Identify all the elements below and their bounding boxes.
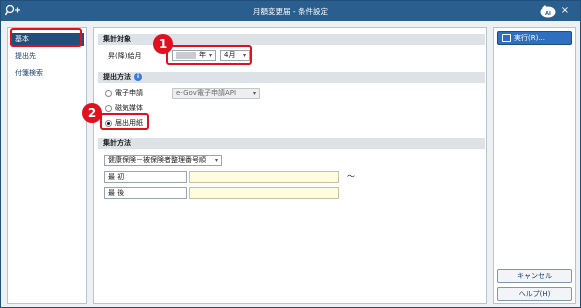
marker-1: 1: [153, 34, 173, 54]
info-icon[interactable]: i: [134, 73, 142, 81]
first-number-label: 最 初: [104, 171, 187, 183]
range-separator: ～: [347, 172, 355, 181]
chevron-down-icon: ▾: [214, 157, 218, 164]
nav-highlight-box: [10, 28, 82, 47]
marker-2: 2: [82, 103, 102, 123]
sidebar-item-sticky-note-search[interactable]: 付箋検索: [12, 67, 84, 80]
help-button[interactable]: ヘルプ(H): [497, 287, 572, 301]
sort-order-select[interactable]: 健康保険－被保険者整理番号順 ▾: [104, 155, 222, 166]
paper-form-highlight-box: [100, 113, 149, 130]
year-month-highlight-box: [166, 45, 252, 65]
main-panel: 集計対象 昇(降)給月 年 ▾ 4月 ▾ 提出方法 i 電子申請 e-Gov電子…: [93, 27, 487, 304]
sidebar-item-submission-destination[interactable]: 提出先: [12, 50, 84, 63]
last-number-input[interactable]: [189, 187, 339, 199]
section-submission-method-heading: 提出方法: [98, 72, 485, 83]
sort-order-value: 健康保険－被保険者整理番号順: [108, 156, 206, 164]
first-number-input[interactable]: [189, 171, 339, 183]
egov-api-select: e-Gov電子申請API ▾: [172, 88, 260, 99]
cancel-button[interactable]: キャンセル: [497, 269, 572, 283]
chevron-down-icon: ▾: [252, 90, 256, 97]
radio-magnetic-media[interactable]: [105, 105, 112, 112]
submission-method-heading-text: 提出方法: [103, 73, 131, 81]
raise-month-label: 昇(降)給月: [108, 52, 142, 60]
egov-api-value: e-Gov電子申請API: [176, 89, 237, 97]
last-number-label: 最 後: [104, 187, 187, 199]
execute-button[interactable]: 実行(R)...: [497, 31, 572, 45]
window-title: 月額変更届 - 条件設定: [253, 7, 328, 16]
ai-logo-icon: AI: [540, 5, 556, 18]
svg-text:AI: AI: [545, 11, 551, 17]
action-panel: 実行(R)... キャンセル ヘルプ(H): [493, 27, 576, 304]
radio-electronic-label: 電子申請: [115, 89, 143, 97]
radio-electronic[interactable]: [105, 90, 112, 97]
run-icon: [502, 34, 511, 42]
execute-label: 実行(R)...: [514, 34, 546, 42]
section-aggregation-method-heading: 集計方法: [98, 138, 485, 149]
close-button[interactable]: ×: [559, 5, 571, 17]
dialog-window: 月額変更届 - 条件設定 AI × 基本 提出先 付箋検索 集計対象 昇(降)給…: [0, 0, 581, 308]
title-bar: 月額変更届 - 条件設定 AI ×: [1, 1, 580, 21]
sidebar-nav: 基本 提出先 付箋検索: [7, 27, 87, 304]
